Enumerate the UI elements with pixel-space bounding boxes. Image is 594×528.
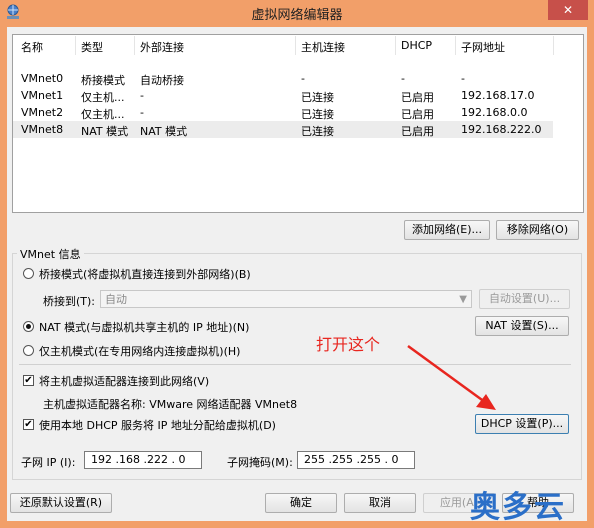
virtual-network-editor-window: 虚拟网络编辑器 ✕ 名称 类型 外部连接 主机连接 DHCP 子网地址 VMne… (0, 0, 594, 528)
annotation-arrow-icon (407, 344, 496, 410)
watermark: 奥多云 (470, 490, 566, 525)
